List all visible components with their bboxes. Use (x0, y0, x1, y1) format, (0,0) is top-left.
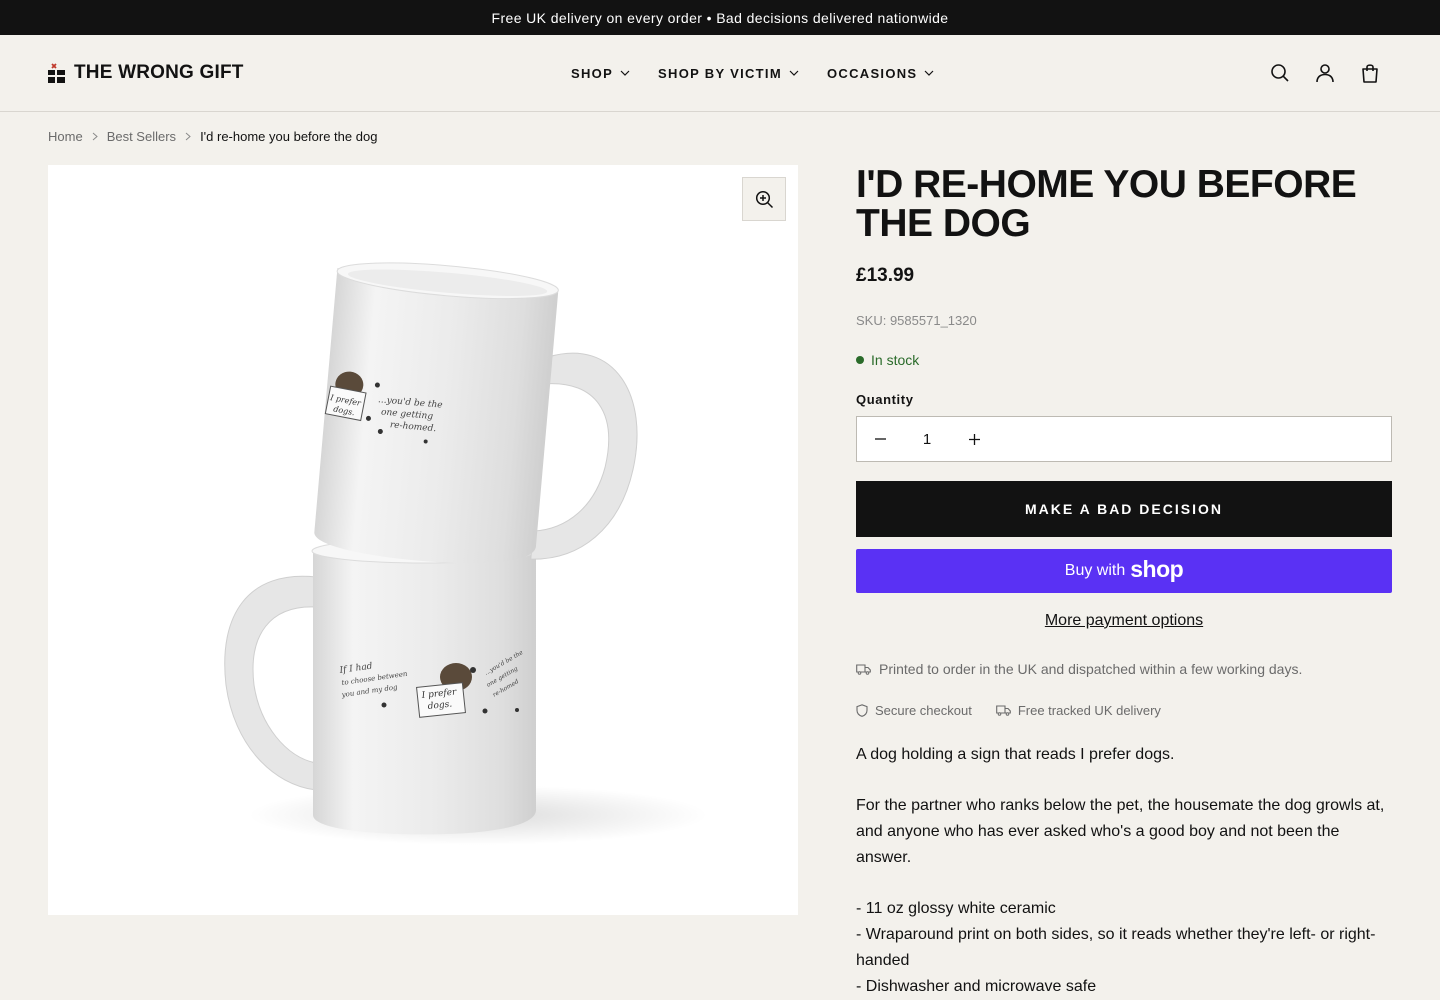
breadcrumb-current: I'd re-home you before the dog (200, 129, 378, 144)
gift-logo-icon (48, 63, 65, 83)
breadcrumb-category[interactable]: Best Sellers (107, 129, 176, 144)
shield-icon (856, 704, 868, 717)
chevron-down-icon (789, 70, 799, 76)
quantity-decrease-button[interactable] (857, 417, 903, 461)
quantity-increase-button[interactable] (951, 417, 997, 461)
cart-icon[interactable] (1360, 63, 1380, 83)
quantity-label: Quantity (856, 392, 914, 407)
bottom-mug: If I had to choose between you and my do… (224, 538, 537, 835)
trust-badges: Secure checkout Free tracked UK delivery (856, 703, 1392, 718)
more-payment-options-link[interactable]: More payment options (856, 612, 1392, 630)
stock-label: In stock (871, 352, 920, 368)
dispatch-note-text: Printed to order in the UK and dispatche… (879, 661, 1303, 677)
secure-checkout-label: Secure checkout (875, 703, 972, 718)
top-mug: I prefer dogs. ...you'd be the one getti… (314, 262, 638, 564)
free-delivery-label: Free tracked UK delivery (1017, 703, 1161, 718)
product-title: I'D RE-HOME YOU BEFORE THE DOG (856, 163, 1357, 245)
product-image[interactable]: If I had to choose between you and my do… (48, 165, 798, 915)
nav-occasions-label: OCCASIONS (826, 65, 918, 81)
quantity-stepper (856, 416, 1392, 462)
nav-shop-by-victim[interactable]: SHOP BY VICTIM (658, 66, 799, 81)
chevron-down-icon (924, 70, 934, 76)
stock-dot-icon (856, 356, 864, 364)
product-info: I'D RE-HOME YOU BEFORE THE DOG £13.99 SK… (856, 165, 1392, 1000)
search-icon[interactable] (1270, 63, 1290, 83)
truck-icon (856, 663, 871, 675)
stock-status: In stock (856, 352, 1392, 368)
minus-icon (874, 438, 886, 440)
chevron-down-icon (620, 70, 630, 76)
feature-item: - 11 oz glossy white ceramic (856, 900, 1056, 917)
dispatch-note: Printed to order in the UK and dispatche… (856, 661, 1392, 677)
logo-text: THE WRONG GIFT (74, 62, 244, 83)
product-gallery: If I had to choose between you and my do… (48, 165, 798, 915)
header-actions (1270, 35, 1380, 111)
feature-item: - Wraparound print on both sides, so it … (856, 926, 1376, 969)
breadcrumb-home[interactable]: Home (48, 129, 83, 144)
feature-list: - 11 oz glossy white ceramic - Wraparoun… (856, 896, 1392, 1000)
nav-shop-label: SHOP (571, 65, 614, 81)
plus-icon (968, 433, 980, 445)
nav-shop[interactable]: SHOP (571, 66, 630, 81)
chevron-right-icon (185, 132, 191, 141)
add-to-cart-button[interactable]: MAKE A BAD DECISION (856, 481, 1392, 537)
nav-shop-by-victim-label: SHOP BY VICTIM (658, 65, 782, 81)
announcement-bar: Free UK delivery on every order • Bad de… (0, 0, 1440, 35)
product-description: A dog holding a sign that reads I prefer… (856, 742, 1392, 1000)
zoom-button[interactable] (742, 177, 786, 221)
product-price: £13.99 (856, 265, 915, 286)
shop-pay-logo: shop (1130, 556, 1184, 582)
nav-occasions[interactable]: OCCASIONS (827, 66, 934, 81)
free-delivery-badge: Free tracked UK delivery (995, 703, 1161, 718)
logo[interactable]: THE WRONG GIFT (48, 62, 244, 84)
feature-item: - Dishwasher and microwave safe (856, 978, 1097, 995)
description-intro: A dog holding a sign that reads I prefer… (856, 746, 1175, 763)
announcement-text: Free UK delivery on every order • Bad de… (491, 9, 949, 26)
chevron-right-icon (92, 132, 98, 141)
truck-icon (995, 705, 1011, 716)
quantity-input[interactable] (903, 430, 951, 448)
account-icon[interactable] (1315, 63, 1335, 83)
description-body: For the partner who ranks below the pet,… (856, 797, 1385, 866)
product-sku: SKU: 9585571_1320 (856, 313, 977, 328)
zoom-in-icon (755, 190, 773, 208)
site-header: THE WRONG GIFT SHOP SHOP BY VICTIM OCCAS… (0, 35, 1440, 112)
main-nav: SHOP SHOP BY VICTIM OCCASIONS (571, 35, 934, 111)
breadcrumb: Home Best Sellers I'd re-home you before… (48, 129, 377, 144)
secure-checkout-badge: Secure checkout (856, 703, 972, 718)
shop-pay-button[interactable]: Buy with shop (856, 549, 1392, 593)
shop-pay-buy-label: Buy with (1064, 562, 1126, 579)
